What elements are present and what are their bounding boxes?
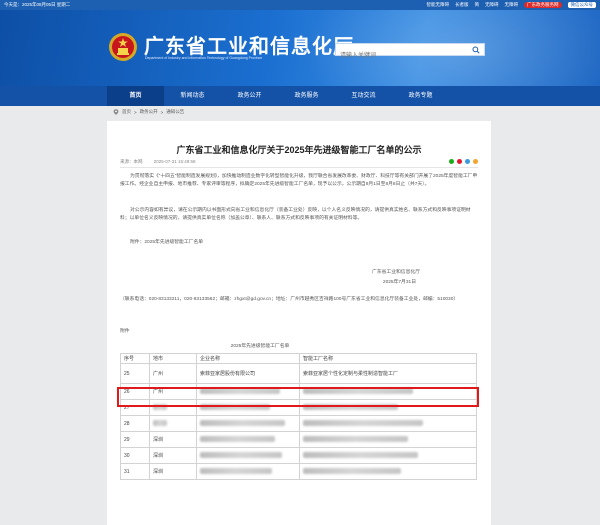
- blurred-text: [303, 419, 423, 426]
- top-bar: 今天是：2025年08月05日 星期二 智能无障碍 长者版 简 无障碍 无障碍 …: [0, 0, 600, 10]
- cell-company: [196, 415, 300, 432]
- search-input[interactable]: [336, 50, 460, 62]
- share-icons: [449, 159, 478, 164]
- breadcrumb-gov-affairs[interactable]: 政务公开: [140, 109, 158, 115]
- highlight-box: [117, 387, 479, 407]
- attachment-heading: 附件: [120, 329, 130, 334]
- cell-company: [196, 463, 300, 480]
- blurred-text: [200, 435, 275, 442]
- top-link-simplified[interactable]: 简: [475, 2, 480, 8]
- cell-city: 广州: [149, 363, 197, 384]
- header-banner: 广东省工业和信息化厅 Department of Industry and In…: [0, 10, 600, 86]
- contact-info: （联系电话：020-83133211，020-83133562；邮箱：zhgxt…: [120, 297, 459, 302]
- table-row: 30 深圳: [120, 447, 477, 464]
- nav-gov-services[interactable]: 政务服务: [278, 86, 335, 106]
- table-row: 31 深圳: [120, 463, 477, 480]
- cell-city: 深圳: [149, 447, 197, 464]
- breadcrumb-separator: >: [134, 109, 137, 115]
- blurred-text: [153, 419, 167, 426]
- article-para-2: 对公示内容如有异议，请在公示期内以书面形式向省工业和信息化厅（装备工业处）反映，…: [120, 208, 471, 221]
- cell-factory: 索菲亚家居个性化定制与柔性制造智能工厂: [299, 363, 477, 384]
- breadcrumb-home[interactable]: 首页: [122, 109, 131, 115]
- breadcrumb-notices[interactable]: 通知公告: [166, 109, 184, 115]
- cell-no: 28: [120, 415, 150, 432]
- table-row: 28: [120, 415, 477, 432]
- cell-company: [196, 447, 300, 464]
- cell-company: 索菲亚家居股份有限公司: [196, 363, 300, 384]
- location-pin-icon: [113, 109, 119, 115]
- nav-gov-affairs[interactable]: 政务公开: [221, 86, 278, 106]
- table-row: 29 深圳: [120, 431, 477, 448]
- top-link-accessibility[interactable]: 智能无障碍: [427, 2, 450, 8]
- qzone-share-icon[interactable]: [473, 159, 478, 164]
- article-date: 2025-07-31 15:49:58: [153, 159, 196, 164]
- top-link-elder[interactable]: 长者版: [455, 2, 469, 8]
- nav-interaction[interactable]: 互动交流: [335, 86, 392, 106]
- breadcrumb: 首页 > 政务公开 > 通知公告: [113, 109, 184, 115]
- article-source: 来源：本网: [120, 159, 143, 164]
- cell-factory: [299, 447, 477, 464]
- national-emblem-icon: [109, 33, 137, 61]
- date-text: 今天是：2025年08月05日 星期二: [4, 2, 71, 7]
- gov-service-link[interactable]: 广东政务服务网: [524, 1, 562, 8]
- table-row: 25 广州 索菲亚家居股份有限公司 索菲亚家居个性化定制与柔性制造智能工厂: [120, 363, 477, 384]
- header-company: 企业名称: [196, 353, 300, 364]
- table-header-row: 序号 地市 企业名称 智能工厂名称: [120, 353, 477, 364]
- blurred-text: [200, 419, 285, 426]
- wechat-link[interactable]: 微信公众号: [567, 1, 596, 8]
- blurred-text: [200, 467, 272, 474]
- wechat-share-icon[interactable]: [449, 159, 454, 164]
- cell-no: 31: [120, 463, 150, 480]
- factory-table: 序号 地市 企业名称 智能工厂名称 25 广州 索菲亚家居股份有限公司 索菲亚家…: [120, 353, 477, 480]
- nav-home[interactable]: 首页: [107, 86, 164, 106]
- nav-news[interactable]: 新闻动态: [164, 86, 221, 106]
- breadcrumb-separator: >: [160, 109, 164, 115]
- blurred-text: [303, 451, 418, 458]
- meta-divider: [120, 167, 478, 168]
- cell-factory: [299, 463, 477, 480]
- blurred-text: [200, 451, 282, 458]
- cell-no: 29: [120, 431, 150, 448]
- header-factory: 智能工厂名称: [299, 353, 477, 364]
- signature-org: 广东省工业和信息化厅: [372, 270, 420, 275]
- site-title: 广东省工业和信息化厅: [144, 36, 354, 58]
- qq-share-icon[interactable]: [465, 159, 470, 164]
- cell-city: 深圳: [149, 463, 197, 480]
- top-links: 智能无障碍 长者版 简 无障碍 无障碍 广东政务服务网 微信公众号: [427, 1, 596, 8]
- table-caption: 2025年先进级智能工厂名单: [230, 344, 290, 349]
- search-box: [335, 43, 485, 62]
- cell-factory: [299, 431, 477, 448]
- cell-no: 30: [120, 447, 150, 464]
- top-link-barrier-free[interactable]: 无障碍: [485, 2, 499, 8]
- search-icon: [472, 45, 480, 54]
- article-card: 广东省工业和信息化厅关于2025年先进级智能工厂名单的公示 来源：本网 2025…: [107, 121, 491, 525]
- cell-no: 25: [120, 363, 150, 384]
- weibo-share-icon[interactable]: [457, 159, 462, 164]
- blurred-text: [303, 467, 401, 474]
- article-meta: 来源：本网 2025-07-31 15:49:58: [120, 159, 478, 165]
- header-city: 地市: [149, 353, 197, 364]
- header-no: 序号: [120, 353, 150, 364]
- cell-company: [196, 431, 300, 448]
- cell-city: [149, 415, 197, 432]
- cell-city: 深圳: [149, 431, 197, 448]
- top-link-barrier-free-2[interactable]: 无障碍: [505, 2, 519, 8]
- blurred-text: [303, 435, 408, 442]
- main-nav: 首页 新闻动态 政务公开 政务服务 互动交流 政务专题: [0, 86, 600, 106]
- signature-date: 2025年7月31日: [382, 280, 416, 285]
- attachment-link[interactable]: 附件：2025年先进级智能工厂名单: [130, 239, 488, 247]
- site-subtitle: Department of Industry and Information T…: [145, 56, 263, 60]
- search-button[interactable]: [468, 44, 484, 55]
- cell-factory: [299, 415, 477, 432]
- nav-topics[interactable]: 政务专题: [392, 86, 449, 106]
- article-para-1: 为贯彻落实《“十四五”智能制造发展规划》，加快推动制造业数字化转型智能化升级，我…: [120, 174, 478, 187]
- article-title: 广东省工业和信息化厅关于2025年先进级智能工厂名单的公示: [176, 145, 422, 155]
